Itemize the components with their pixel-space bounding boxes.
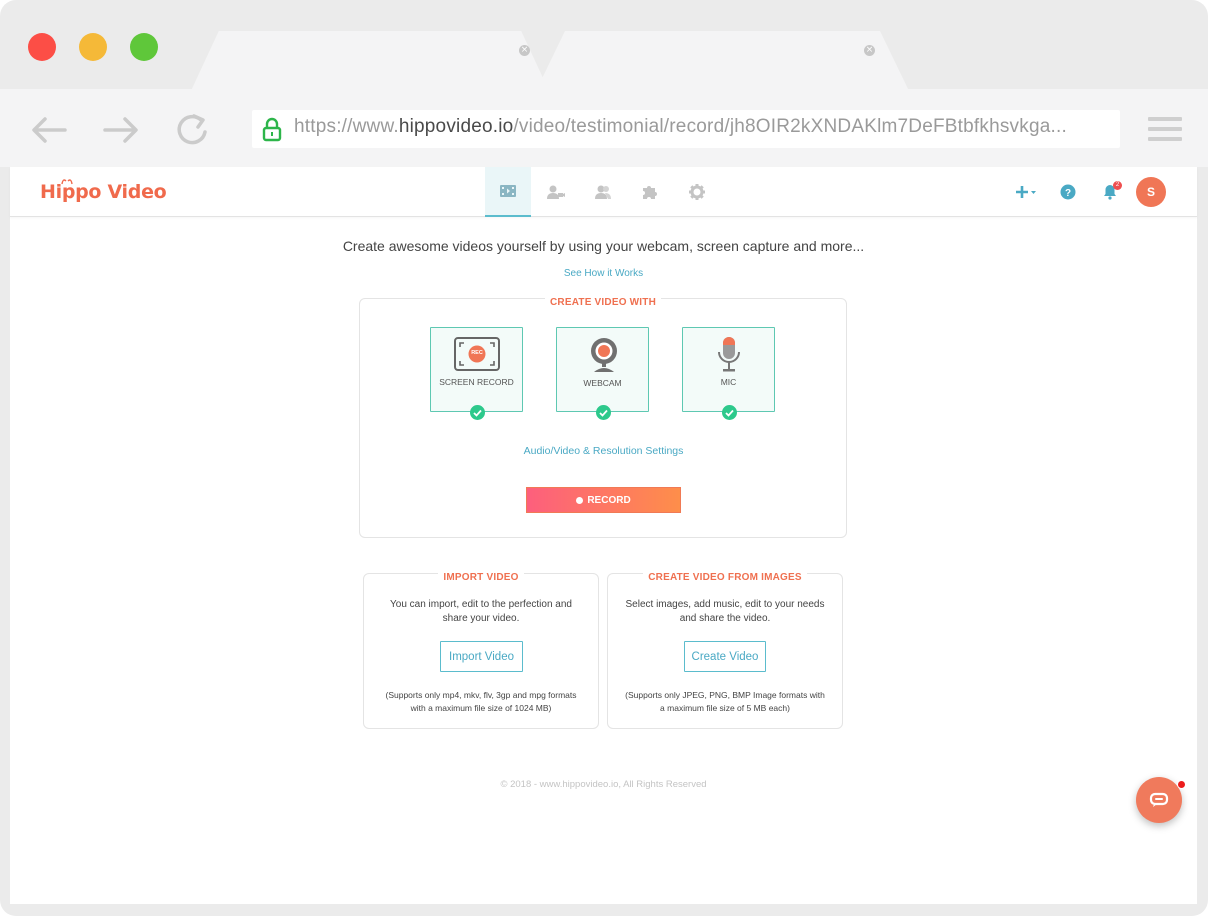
chat-unread-indicator bbox=[1177, 780, 1186, 789]
webcam-option[interactable]: WEBCAM bbox=[556, 327, 649, 420]
users-icon bbox=[595, 185, 611, 199]
see-how-it-works-link[interactable]: See How it Works bbox=[10, 268, 1197, 279]
gear-icon bbox=[689, 184, 705, 200]
images-format-note: (Supports only JPEG, PNG, BMP Image form… bbox=[625, 690, 825, 713]
film-icon bbox=[500, 185, 516, 197]
help-button[interactable]: ? bbox=[1060, 180, 1076, 204]
av-settings-link[interactable]: Audio/Video & Resolution Settings bbox=[10, 445, 1197, 457]
check-icon bbox=[596, 405, 611, 420]
microphone-icon bbox=[718, 337, 740, 372]
tab-close-icon[interactable]: × bbox=[519, 45, 530, 56]
card-title: CREATE VIDEO WITH bbox=[360, 292, 846, 310]
rec-badge-text: REC bbox=[471, 350, 483, 356]
images-description: Select images, add music, edit to your n… bbox=[625, 599, 825, 624]
close-window-button[interactable] bbox=[28, 33, 56, 61]
tab-teams[interactable] bbox=[580, 167, 626, 217]
screen-record-option[interactable]: REC SCREEN RECORD bbox=[430, 327, 523, 420]
minimize-window-button[interactable] bbox=[79, 33, 107, 61]
chat-bubble-icon bbox=[1149, 792, 1169, 807]
browser-window: × × https://www.hippovideo.io/video/test… bbox=[0, 0, 1208, 916]
card-title: CREATE VIDEO FROM IMAGES bbox=[608, 567, 842, 585]
tab-settings[interactable] bbox=[674, 167, 720, 217]
browser-tab[interactable] bbox=[535, 31, 910, 93]
tab-close-icon[interactable]: × bbox=[864, 45, 875, 56]
check-icon bbox=[470, 405, 485, 420]
maximize-window-button[interactable] bbox=[130, 33, 158, 61]
mic-option[interactable]: MIC bbox=[682, 327, 775, 420]
record-button-label: RECORD bbox=[587, 494, 631, 506]
user-avatar[interactable]: S bbox=[1136, 177, 1166, 207]
tab-contacts[interactable] bbox=[533, 167, 579, 217]
footer-copyright: © 2018 - www.hippovideo.io, All Rights R… bbox=[500, 779, 707, 790]
import-format-note: (Supports only mp4, mkv, flv, 3gp and mp… bbox=[385, 690, 577, 713]
webcam-label: WEBCAM bbox=[583, 378, 622, 388]
chat-widget-button[interactable] bbox=[1136, 777, 1182, 823]
record-button[interactable]: RECORD bbox=[526, 487, 681, 513]
svg-text:?: ? bbox=[1065, 188, 1071, 199]
webcam-icon bbox=[591, 338, 617, 372]
url-prefix: https://www. bbox=[294, 116, 399, 137]
import-video-card: IMPORT VIDEO You can import, edit to the… bbox=[363, 572, 599, 729]
browser-tab[interactable] bbox=[190, 31, 550, 93]
record-dot-icon bbox=[576, 496, 584, 504]
puzzle-icon bbox=[643, 186, 657, 199]
mic-label: MIC bbox=[720, 377, 737, 387]
forward-arrow-icon[interactable] bbox=[101, 112, 141, 148]
back-arrow-icon[interactable] bbox=[29, 112, 69, 148]
app-header: Hippo Video ? 2 S bbox=[10, 167, 1197, 217]
images-video-card: CREATE VIDEO FROM IMAGES Select images, … bbox=[607, 572, 843, 729]
page-tagline: Create awesome videos yourself by using … bbox=[342, 238, 865, 254]
web-page: Hippo Video ? 2 S Create awesome videos … bbox=[10, 167, 1197, 904]
tab-integrations[interactable] bbox=[627, 167, 673, 217]
notification-count-badge: 2 bbox=[1113, 181, 1122, 190]
card-title: IMPORT VIDEO bbox=[364, 567, 598, 585]
screen-record-label: SCREEN RECORD bbox=[439, 377, 514, 387]
tab-videos[interactable] bbox=[485, 167, 531, 217]
hamburger-menu-icon[interactable] bbox=[1148, 117, 1182, 143]
lock-icon bbox=[262, 117, 282, 147]
logo-text: Hippo Video bbox=[40, 181, 167, 203]
user-video-icon bbox=[547, 185, 565, 199]
url-domain: hippovideo.io bbox=[398, 116, 514, 137]
add-new-button[interactable] bbox=[1015, 180, 1039, 204]
create-video-button[interactable]: Create Video bbox=[684, 641, 766, 672]
help-icon: ? bbox=[1060, 184, 1076, 200]
hippo-video-logo[interactable]: Hippo Video bbox=[40, 181, 167, 203]
url-path: /video/testimonial/record/jh8OIR2kXNDAKl… bbox=[513, 116, 1067, 137]
reload-icon[interactable] bbox=[174, 112, 214, 148]
import-video-button[interactable]: Import Video bbox=[440, 641, 523, 672]
url-text[interactable]: https://www.hippovideo.io/video/testimon… bbox=[294, 116, 1067, 138]
plus-icon bbox=[1016, 186, 1036, 198]
hippo-ears-icon bbox=[61, 179, 73, 185]
import-description: You can import, edit to the perfection a… bbox=[390, 599, 572, 624]
check-icon bbox=[722, 405, 737, 420]
